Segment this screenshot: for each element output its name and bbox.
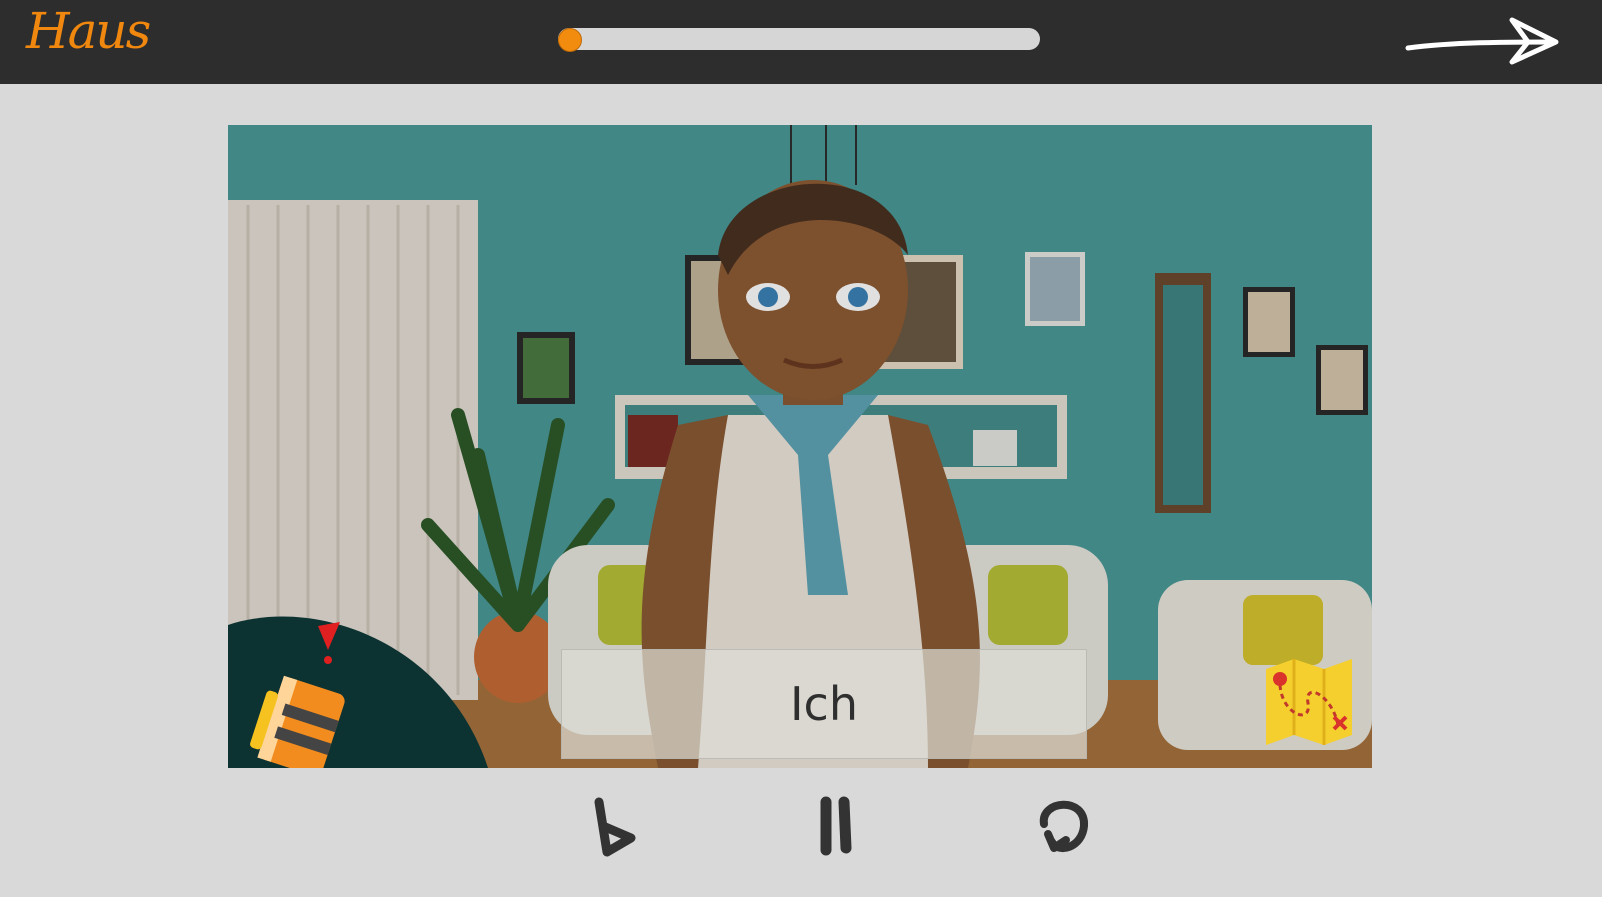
notebook-alert-icon[interactable]: [228, 620, 488, 768]
treasure-map-icon[interactable]: [1262, 655, 1357, 747]
progress-knob[interactable]: [558, 28, 582, 52]
app-logo: Haus: [26, 2, 151, 60]
progress-track[interactable]: [558, 28, 1040, 50]
pause-icon[interactable]: [804, 790, 874, 870]
arrow-right-icon[interactable]: [1404, 12, 1564, 68]
caption-box: Ich: [561, 649, 1087, 759]
playback-controls: [0, 790, 1602, 890]
caption-text: Ich: [789, 677, 858, 731]
top-bar: Haus: [0, 0, 1602, 84]
replay-icon[interactable]: [1030, 790, 1100, 870]
lesson-video[interactable]: Ich: [228, 125, 1372, 768]
play-icon[interactable]: [585, 790, 655, 870]
